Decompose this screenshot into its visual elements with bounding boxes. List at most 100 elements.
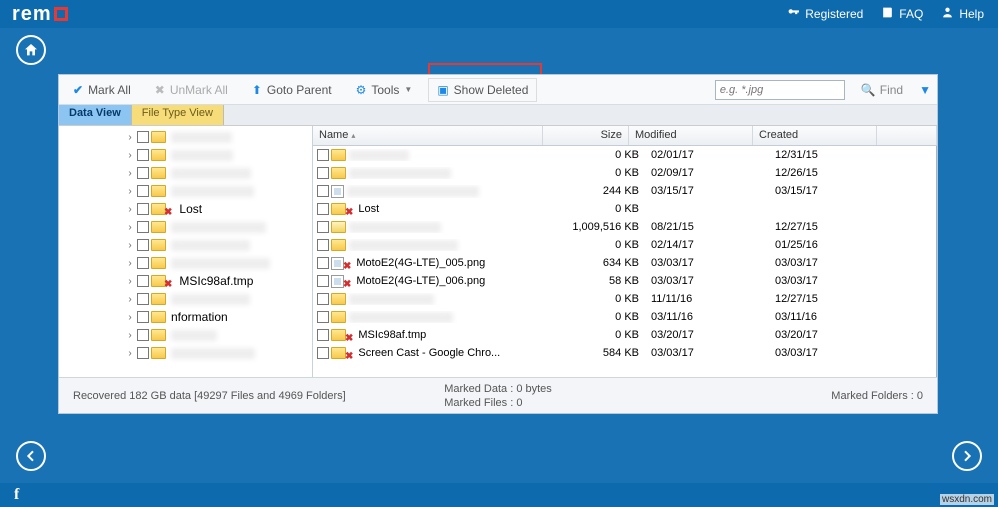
deleted-folder-icon: ▣ — [437, 83, 448, 97]
file-row[interactable]: 0 KB02/09/1712/26/15 — [313, 164, 937, 182]
tree-item[interactable]: › — [59, 182, 312, 200]
file-list-pane: Name ▴ Size Modified Created 0 KB02/01/1… — [313, 126, 937, 377]
expand-icon[interactable]: › — [125, 150, 135, 161]
expand-icon[interactable]: › — [125, 132, 135, 143]
expand-icon[interactable]: › — [125, 222, 135, 233]
checkbox[interactable] — [137, 275, 149, 287]
folder-tree[interactable]: ›››››✖Lost››››✖MSIc98af.tmp››nformation›… — [59, 126, 313, 377]
checkbox[interactable] — [137, 131, 149, 143]
expand-icon[interactable]: › — [125, 168, 135, 179]
checkbox[interactable] — [317, 239, 329, 251]
file-row[interactable]: 1,009,516 KB08/21/1512/27/15 — [313, 218, 937, 236]
folder-icon — [151, 131, 166, 143]
expand-icon[interactable]: › — [125, 276, 135, 287]
tree-item[interactable]: › — [59, 290, 312, 308]
checkbox[interactable] — [137, 293, 149, 305]
file-row[interactable]: 0 KB02/01/1712/31/15 — [313, 146, 937, 164]
home-button[interactable] — [16, 35, 46, 65]
file-modified: 03/11/16 — [645, 311, 769, 323]
gear-icon: ⚙ — [356, 83, 367, 97]
checkbox[interactable] — [137, 167, 149, 179]
app-titlebar: rem Registered FAQ Help — [0, 0, 998, 28]
file-rows[interactable]: 0 KB02/01/1712/31/150 KB02/09/1712/26/15… — [313, 146, 937, 377]
unmark-all-button[interactable]: ✖ UnMark All — [147, 78, 236, 102]
checkbox[interactable] — [137, 203, 149, 215]
tree-item[interactable]: ›✖Lost — [59, 200, 312, 218]
help-button[interactable]: Help — [941, 6, 984, 22]
file-row[interactable]: ✖MotoE2(4G-LTE)_005.png634 KB03/03/1703/… — [313, 254, 937, 272]
tab-data-view[interactable]: Data View — [59, 105, 132, 125]
faq-button[interactable]: FAQ — [881, 6, 923, 22]
checkbox[interactable] — [317, 257, 329, 269]
checkbox[interactable] — [137, 311, 149, 323]
expand-icon[interactable]: › — [125, 258, 135, 269]
mark-all-button[interactable]: ✔ Mark All — [65, 78, 139, 102]
checkbox[interactable] — [317, 275, 329, 287]
checkbox[interactable] — [317, 329, 329, 341]
magnifier-icon: 🔍 — [861, 83, 876, 97]
facebook-icon[interactable]: f — [14, 486, 19, 504]
checkbox[interactable] — [317, 221, 329, 233]
file-row[interactable]: ✖Lost0 KB — [313, 200, 937, 218]
nav-forward-button[interactable] — [952, 441, 982, 471]
tree-item[interactable]: › — [59, 164, 312, 182]
checkbox[interactable] — [317, 347, 329, 359]
checkbox[interactable] — [137, 185, 149, 197]
expand-icon[interactable]: › — [125, 204, 135, 215]
tree-item[interactable]: › — [59, 128, 312, 146]
tree-item[interactable]: › — [59, 236, 312, 254]
file-row[interactable]: 0 KB03/11/1603/11/16 — [313, 308, 937, 326]
deleted-x-icon: ✖ — [164, 207, 172, 218]
checkbox[interactable] — [137, 221, 149, 233]
file-modified: 02/01/17 — [645, 149, 769, 161]
checkbox[interactable] — [317, 293, 329, 305]
file-row[interactable]: ✖MSIc98af.tmp0 KB03/20/1703/20/17 — [313, 326, 937, 344]
col-size[interactable]: Size — [543, 126, 629, 145]
registered-button[interactable]: Registered — [787, 6, 863, 22]
checkbox[interactable] — [137, 149, 149, 161]
file-row[interactable]: ✖Screen Cast - Google Chro...584 KB03/03… — [313, 344, 937, 362]
checkbox[interactable] — [317, 167, 329, 179]
expand-icon[interactable]: › — [125, 294, 135, 305]
col-modified[interactable]: Modified — [629, 126, 753, 145]
file-size: 584 KB — [559, 347, 645, 359]
checkbox[interactable] — [317, 203, 329, 215]
search-input[interactable] — [715, 80, 845, 100]
checkbox[interactable] — [137, 347, 149, 359]
tree-item[interactable]: ›✖MSIc98af.tmp — [59, 272, 312, 290]
expand-icon[interactable]: › — [125, 312, 135, 323]
tools-button[interactable]: ⚙ Tools ▼ — [348, 78, 421, 102]
col-name[interactable]: Name ▴ — [313, 126, 543, 145]
tree-item[interactable]: › — [59, 326, 312, 344]
checkbox[interactable] — [317, 311, 329, 323]
tree-item[interactable]: › — [59, 254, 312, 272]
checkbox[interactable] — [137, 329, 149, 341]
tree-item[interactable]: ›nformation — [59, 308, 312, 326]
folder-icon — [331, 239, 346, 251]
expand-icon[interactable]: › — [125, 186, 135, 197]
nav-back-button[interactable] — [16, 441, 46, 471]
checkbox[interactable] — [137, 257, 149, 269]
tab-file-type-view[interactable]: File Type View — [132, 105, 224, 125]
expand-icon[interactable]: › — [125, 348, 135, 359]
dropdown-toggle[interactable]: ▼ — [919, 83, 931, 97]
tree-item[interactable]: › — [59, 218, 312, 236]
expand-icon[interactable]: › — [125, 240, 135, 251]
show-deleted-button[interactable]: ▣ Show Deleted — [428, 78, 537, 102]
checkbox[interactable] — [137, 239, 149, 251]
home-icon — [23, 42, 39, 58]
file-created: 03/03/17 — [769, 347, 893, 359]
tree-item[interactable]: › — [59, 344, 312, 362]
goto-parent-button[interactable]: ⬆ Goto Parent — [244, 78, 340, 102]
expand-icon[interactable]: › — [125, 330, 135, 341]
file-created: 01/25/16 — [769, 239, 893, 251]
file-row[interactable]: ✖MotoE2(4G-LTE)_006.png58 KB03/03/1703/0… — [313, 272, 937, 290]
checkbox[interactable] — [317, 185, 329, 197]
col-created[interactable]: Created — [753, 126, 877, 145]
checkbox[interactable] — [317, 149, 329, 161]
file-row[interactable]: 244 KB03/15/1703/15/17 — [313, 182, 937, 200]
tree-item[interactable]: › — [59, 146, 312, 164]
find-button[interactable]: 🔍 Find — [853, 78, 911, 102]
file-row[interactable]: 0 KB11/11/1612/27/15 — [313, 290, 937, 308]
file-row[interactable]: 0 KB02/14/1701/25/16 — [313, 236, 937, 254]
